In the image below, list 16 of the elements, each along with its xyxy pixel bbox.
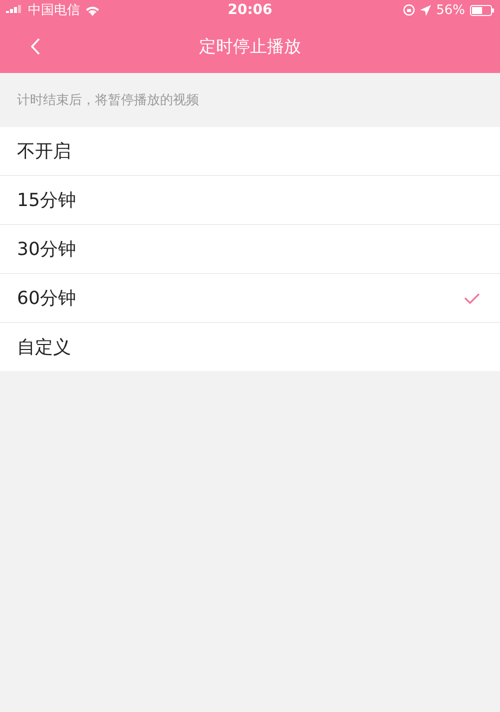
hint-text: 计时结束后，将暂停播放的视频	[17, 92, 199, 109]
option-item[interactable]: 60分钟	[0, 274, 500, 323]
clock-time: 20:06	[228, 2, 272, 18]
option-item[interactable]: 30分钟	[0, 225, 500, 274]
option-item[interactable]: 不开启	[0, 127, 500, 176]
option-item[interactable]: 自定义	[0, 323, 500, 371]
option-item[interactable]: 15分钟	[0, 176, 500, 225]
page-title: 定时停止播放	[199, 36, 301, 58]
signal-icon	[6, 5, 23, 15]
location-icon	[420, 4, 432, 16]
rotation-lock-icon	[403, 4, 416, 16]
battery-icon	[470, 4, 494, 16]
battery-percent: 56%	[436, 2, 466, 18]
carrier-name: 中国电信	[28, 2, 80, 19]
back-icon	[30, 38, 40, 55]
wifi-icon	[85, 4, 100, 16]
